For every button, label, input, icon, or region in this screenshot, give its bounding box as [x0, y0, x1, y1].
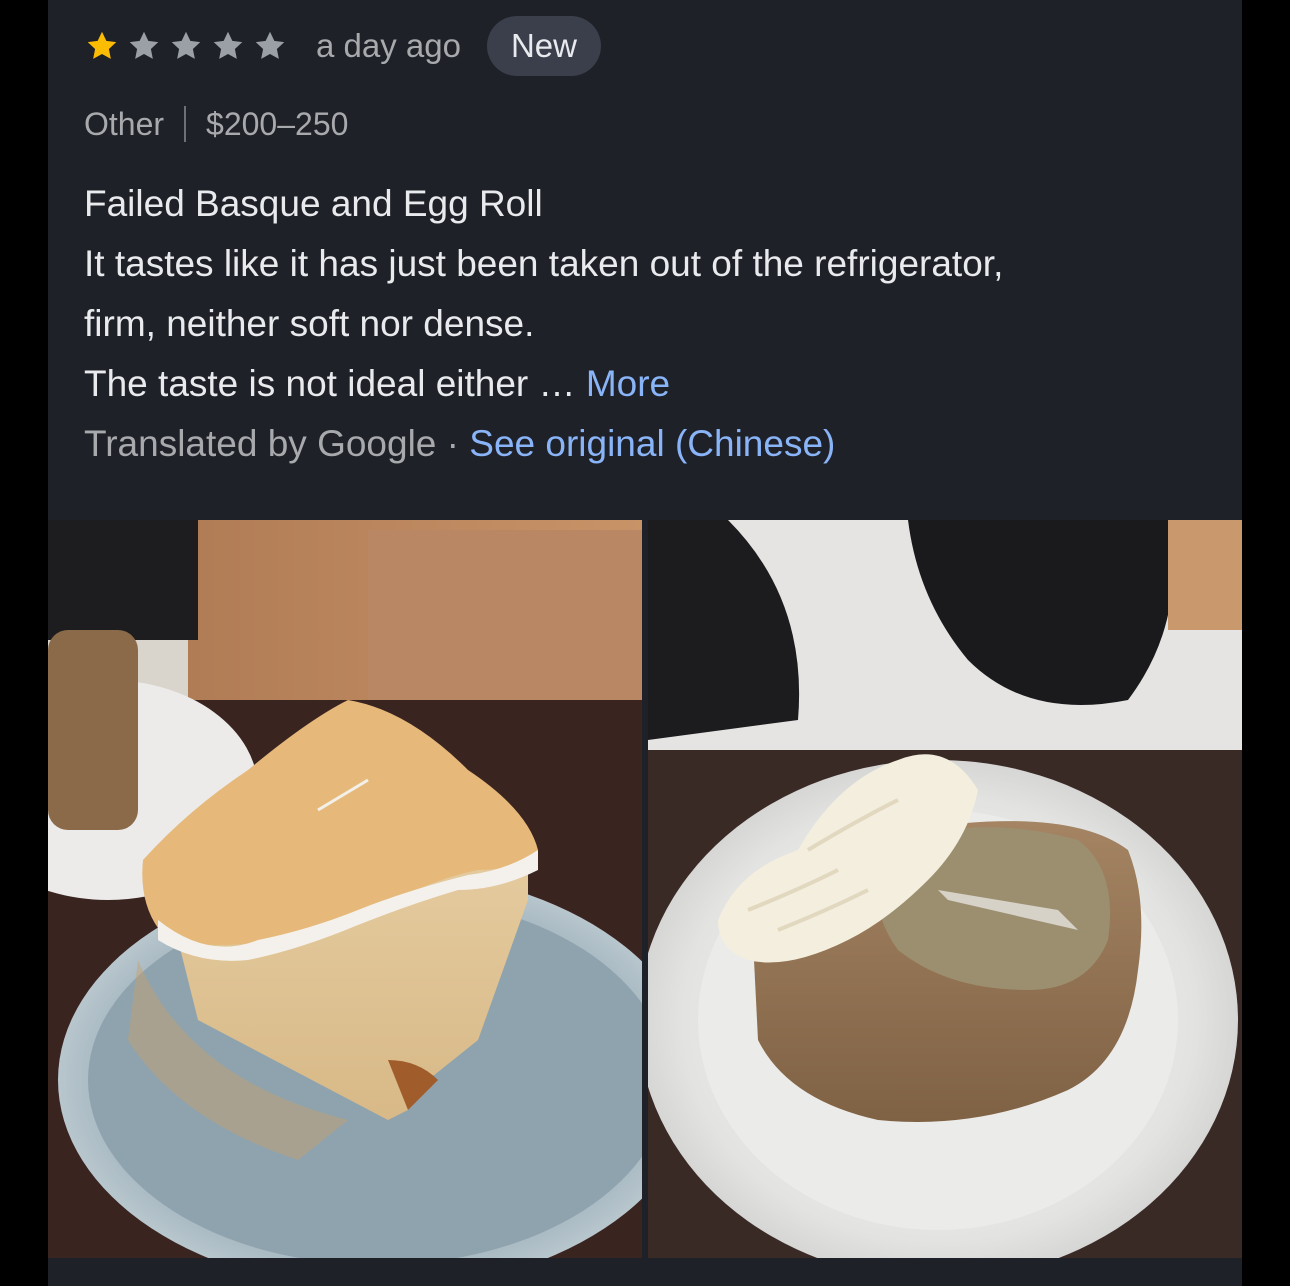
review-category: Other: [84, 105, 165, 142]
cheesecake-photo-image: [48, 520, 642, 1258]
star-empty-icon: [252, 28, 288, 64]
new-badge: New: [486, 16, 601, 76]
review-meta: Other $200–250: [84, 100, 348, 148]
review-header: a day ago New: [84, 16, 601, 76]
review-line: The taste is not ideal either …: [84, 363, 576, 404]
more-link[interactable]: More: [586, 363, 670, 404]
review-text: Failed Basque and Egg Roll It tastes lik…: [84, 174, 1204, 474]
star-empty-icon: [126, 28, 162, 64]
review-line: Failed Basque and Egg Roll: [84, 183, 543, 224]
review-line-last: The taste is not ideal either … More: [84, 354, 1204, 414]
star-empty-icon: [210, 28, 246, 64]
review-line: It tastes like it has just been taken ou…: [84, 243, 1004, 284]
see-original-link[interactable]: See original (Chinese): [469, 423, 835, 464]
meta-divider: [184, 106, 187, 142]
review-price: $200–250: [206, 105, 349, 142]
review-time: a day ago: [316, 27, 461, 64]
review-line: firm, neither soft nor dense.: [84, 303, 535, 344]
star-filled-icon: [84, 28, 120, 64]
egg-roll-cake-photo-image: [648, 520, 1242, 1258]
star-rating: [84, 28, 294, 64]
translated-by-label: Translated by Google: [84, 423, 437, 464]
separator-dot: ·: [446, 423, 459, 464]
egg-roll-cake-photo[interactable]: [648, 520, 1242, 1258]
cheesecake-photo[interactable]: [48, 520, 642, 1258]
star-empty-icon: [168, 28, 204, 64]
translation-row: Translated by Google · See original (Chi…: [84, 414, 1204, 474]
